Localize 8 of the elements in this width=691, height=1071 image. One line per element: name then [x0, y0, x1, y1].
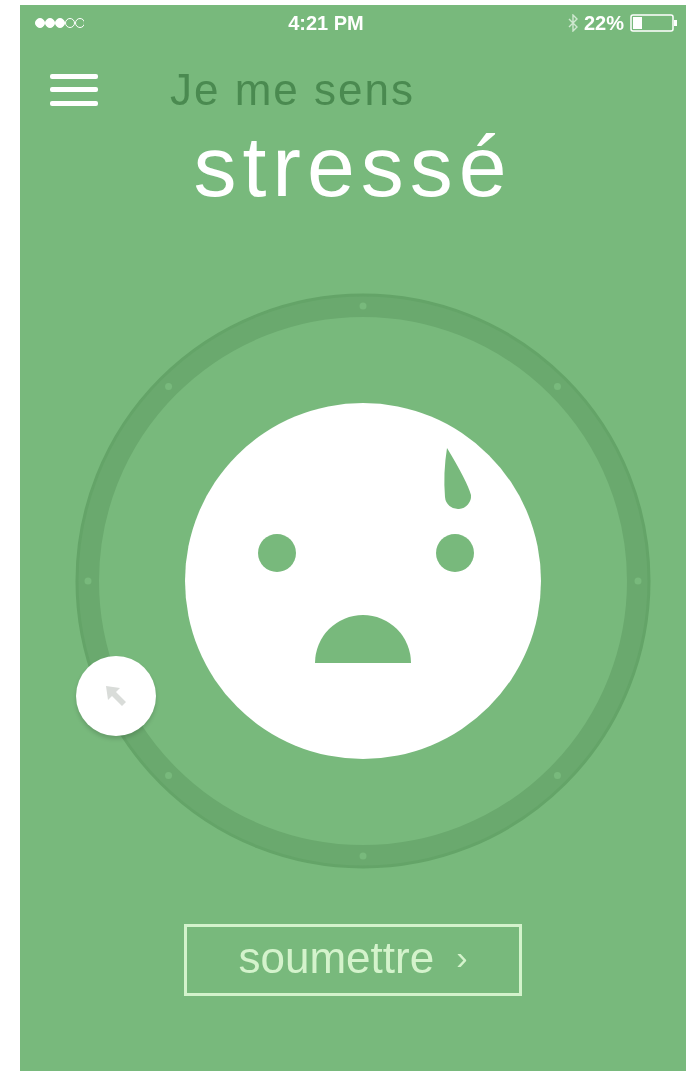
battery-icon	[630, 14, 678, 32]
bluetooth-icon	[567, 14, 578, 32]
submit-button[interactable]: soumettre ›	[184, 923, 522, 996]
menu-icon[interactable]	[50, 74, 98, 106]
mood-title: stressé	[193, 119, 513, 214]
signal-icon	[34, 17, 84, 29]
status-time: 4:21 PM	[288, 11, 364, 35]
battery-percent: 22%	[583, 11, 624, 35]
